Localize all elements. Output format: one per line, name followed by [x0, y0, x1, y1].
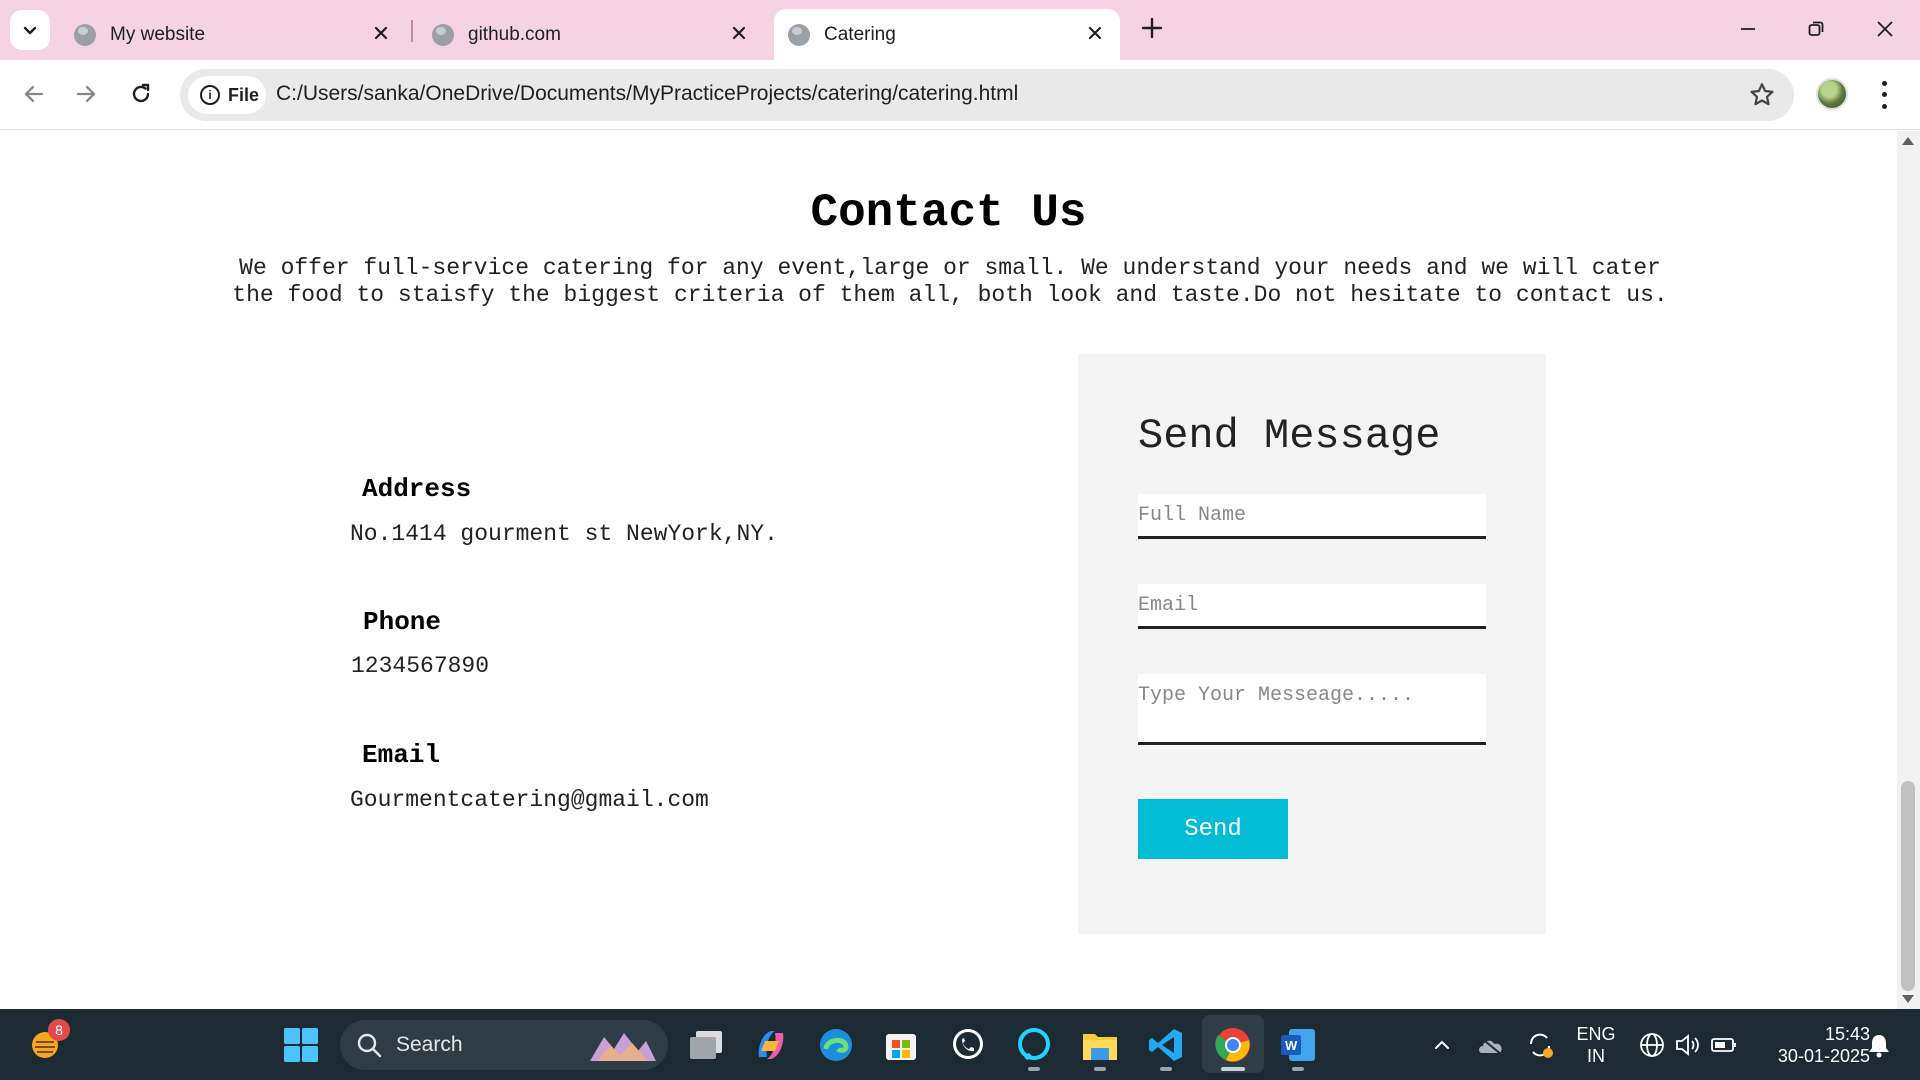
whatsapp-icon[interactable] [947, 1024, 989, 1066]
running-indicator [1094, 1067, 1106, 1071]
address-value: No.1414 gourment st NewYork,NY. [350, 521, 778, 547]
globe-icon [74, 23, 96, 46]
tab-search-button[interactable] [10, 10, 50, 50]
chevron-up-icon[interactable] [1421, 1024, 1463, 1066]
bookmark-star-icon[interactable] [1748, 81, 1776, 109]
tab-my-website[interactable]: My website [60, 9, 406, 60]
tab-title: My website [110, 23, 206, 45]
url-text[interactable]: C:/Users/sanka/OneDrive/Documents/MyPrac… [276, 82, 1018, 106]
word-icon[interactable]: W [1277, 1024, 1319, 1066]
taskbar: 8 Search W ENG IN 15:43 30-01-2025 [0, 1009, 1920, 1080]
svg-text:W: W [1285, 1038, 1298, 1053]
chevron-down-icon [23, 26, 37, 35]
globe-icon [788, 23, 810, 46]
tab-github[interactable]: github.com [418, 9, 764, 60]
close-icon [1877, 21, 1893, 37]
description-line: the food to staisfy the biggest criteria… [232, 282, 1668, 308]
active-indicator [1221, 1067, 1245, 1071]
taskbar-search[interactable]: Search [340, 1020, 668, 1070]
clock-time: 15:43 [1824, 1024, 1870, 1044]
page-description: We offer full-service catering for any e… [190, 255, 1710, 309]
file-explorer-icon[interactable] [1079, 1024, 1121, 1066]
running-indicator [1292, 1067, 1304, 1071]
address-bar[interactable]: i File C:/Users/sanka/OneDrive/Documents… [180, 69, 1794, 121]
tab-title: github.com [468, 23, 561, 45]
profile-avatar[interactable] [1816, 78, 1848, 110]
restore-icon [1808, 21, 1824, 36]
windows-start-icon[interactable] [280, 1024, 322, 1066]
phone-label: Phone [363, 607, 442, 637]
globe-icon [432, 23, 454, 46]
close-icon[interactable] [1084, 22, 1106, 44]
contact-form: Send Message Full Name Email Type Your M… [1078, 354, 1546, 934]
reload-button[interactable] [123, 76, 159, 112]
browser-toolbar: i File C:/Users/sanka/OneDrive/Documents… [0, 60, 1920, 130]
vscode-icon[interactable] [1145, 1024, 1187, 1066]
task-view-icon[interactable] [685, 1024, 727, 1066]
page-title: Contact Us [810, 187, 1087, 239]
address-label: Address [362, 474, 472, 504]
chip-label: File [228, 84, 260, 105]
sync-icon[interactable] [1519, 1024, 1561, 1066]
tab-strip: My website github.com Catering [0, 0, 1920, 60]
notification-bell-icon[interactable] [1858, 1024, 1900, 1066]
edge-browser-icon[interactable] [815, 1024, 857, 1066]
language-code: ENG [1576, 1024, 1616, 1044]
close-icon[interactable] [728, 22, 750, 44]
notification-badge: 8 [48, 1019, 70, 1041]
microsoft-store-icon[interactable] [880, 1024, 922, 1066]
clock[interactable]: 15:43 30-01-2025 [1752, 1023, 1870, 1067]
info-icon: i [200, 85, 220, 105]
arrow-right-icon [76, 85, 96, 103]
alexa-icon[interactable] [1013, 1024, 1055, 1066]
new-tab-button[interactable] [1138, 14, 1166, 42]
close-icon[interactable] [370, 22, 392, 44]
running-indicator [1028, 1067, 1040, 1071]
language-indicator[interactable]: ENG IN [1576, 1023, 1616, 1067]
menu-kebab-icon[interactable] [1874, 78, 1894, 112]
reload-icon [132, 83, 150, 103]
clock-date: 30-01-2025 [1777, 1046, 1870, 1066]
arrow-left-icon [24, 85, 44, 103]
phone-value: 1234567890 [351, 653, 490, 679]
close-window-button[interactable] [1862, 12, 1908, 46]
minimize-icon [1741, 28, 1755, 30]
region-code: IN [1587, 1046, 1605, 1066]
search-highlight-icon [590, 1033, 656, 1061]
vertical-scrollbar[interactable] [1897, 131, 1920, 1009]
site-info-chip[interactable]: i File [188, 76, 266, 114]
scroll-thumb[interactable] [1901, 781, 1915, 991]
description-line: We offer full-service catering for any e… [239, 255, 1661, 281]
send-button[interactable]: Send [1138, 799, 1288, 859]
restore-button[interactable] [1793, 12, 1839, 46]
minimize-button[interactable] [1725, 12, 1771, 46]
copilot-icon[interactable] [750, 1024, 792, 1066]
battery-icon[interactable] [1703, 1024, 1745, 1066]
scroll-down-arrow-icon[interactable] [1902, 995, 1914, 1003]
onedrive-icon[interactable] [1470, 1024, 1512, 1066]
form-title: Send Message [1138, 412, 1441, 460]
message-textarea[interactable]: Type Your Messeage..... [1138, 674, 1486, 745]
tab-separator [411, 20, 413, 42]
search-icon [357, 1033, 382, 1058]
chrome-icon[interactable] [1212, 1024, 1254, 1066]
search-label: Search [396, 1033, 463, 1056]
forward-button[interactable] [68, 76, 104, 112]
email-label: Email [362, 740, 441, 770]
scroll-up-arrow-icon[interactable] [1902, 137, 1914, 145]
tab-catering[interactable]: Catering [774, 9, 1120, 60]
running-indicator [1160, 1067, 1172, 1071]
email-value: Gourmentcatering@gmail.com [350, 787, 709, 813]
full-name-field[interactable]: Full Name [1138, 494, 1486, 539]
back-button[interactable] [16, 76, 52, 112]
email-field[interactable]: Email [1138, 584, 1486, 629]
plus-icon [1141, 17, 1163, 39]
tab-title: Catering [824, 23, 896, 45]
page-viewport: Contact Us We offer full-service caterin… [0, 131, 1897, 1009]
